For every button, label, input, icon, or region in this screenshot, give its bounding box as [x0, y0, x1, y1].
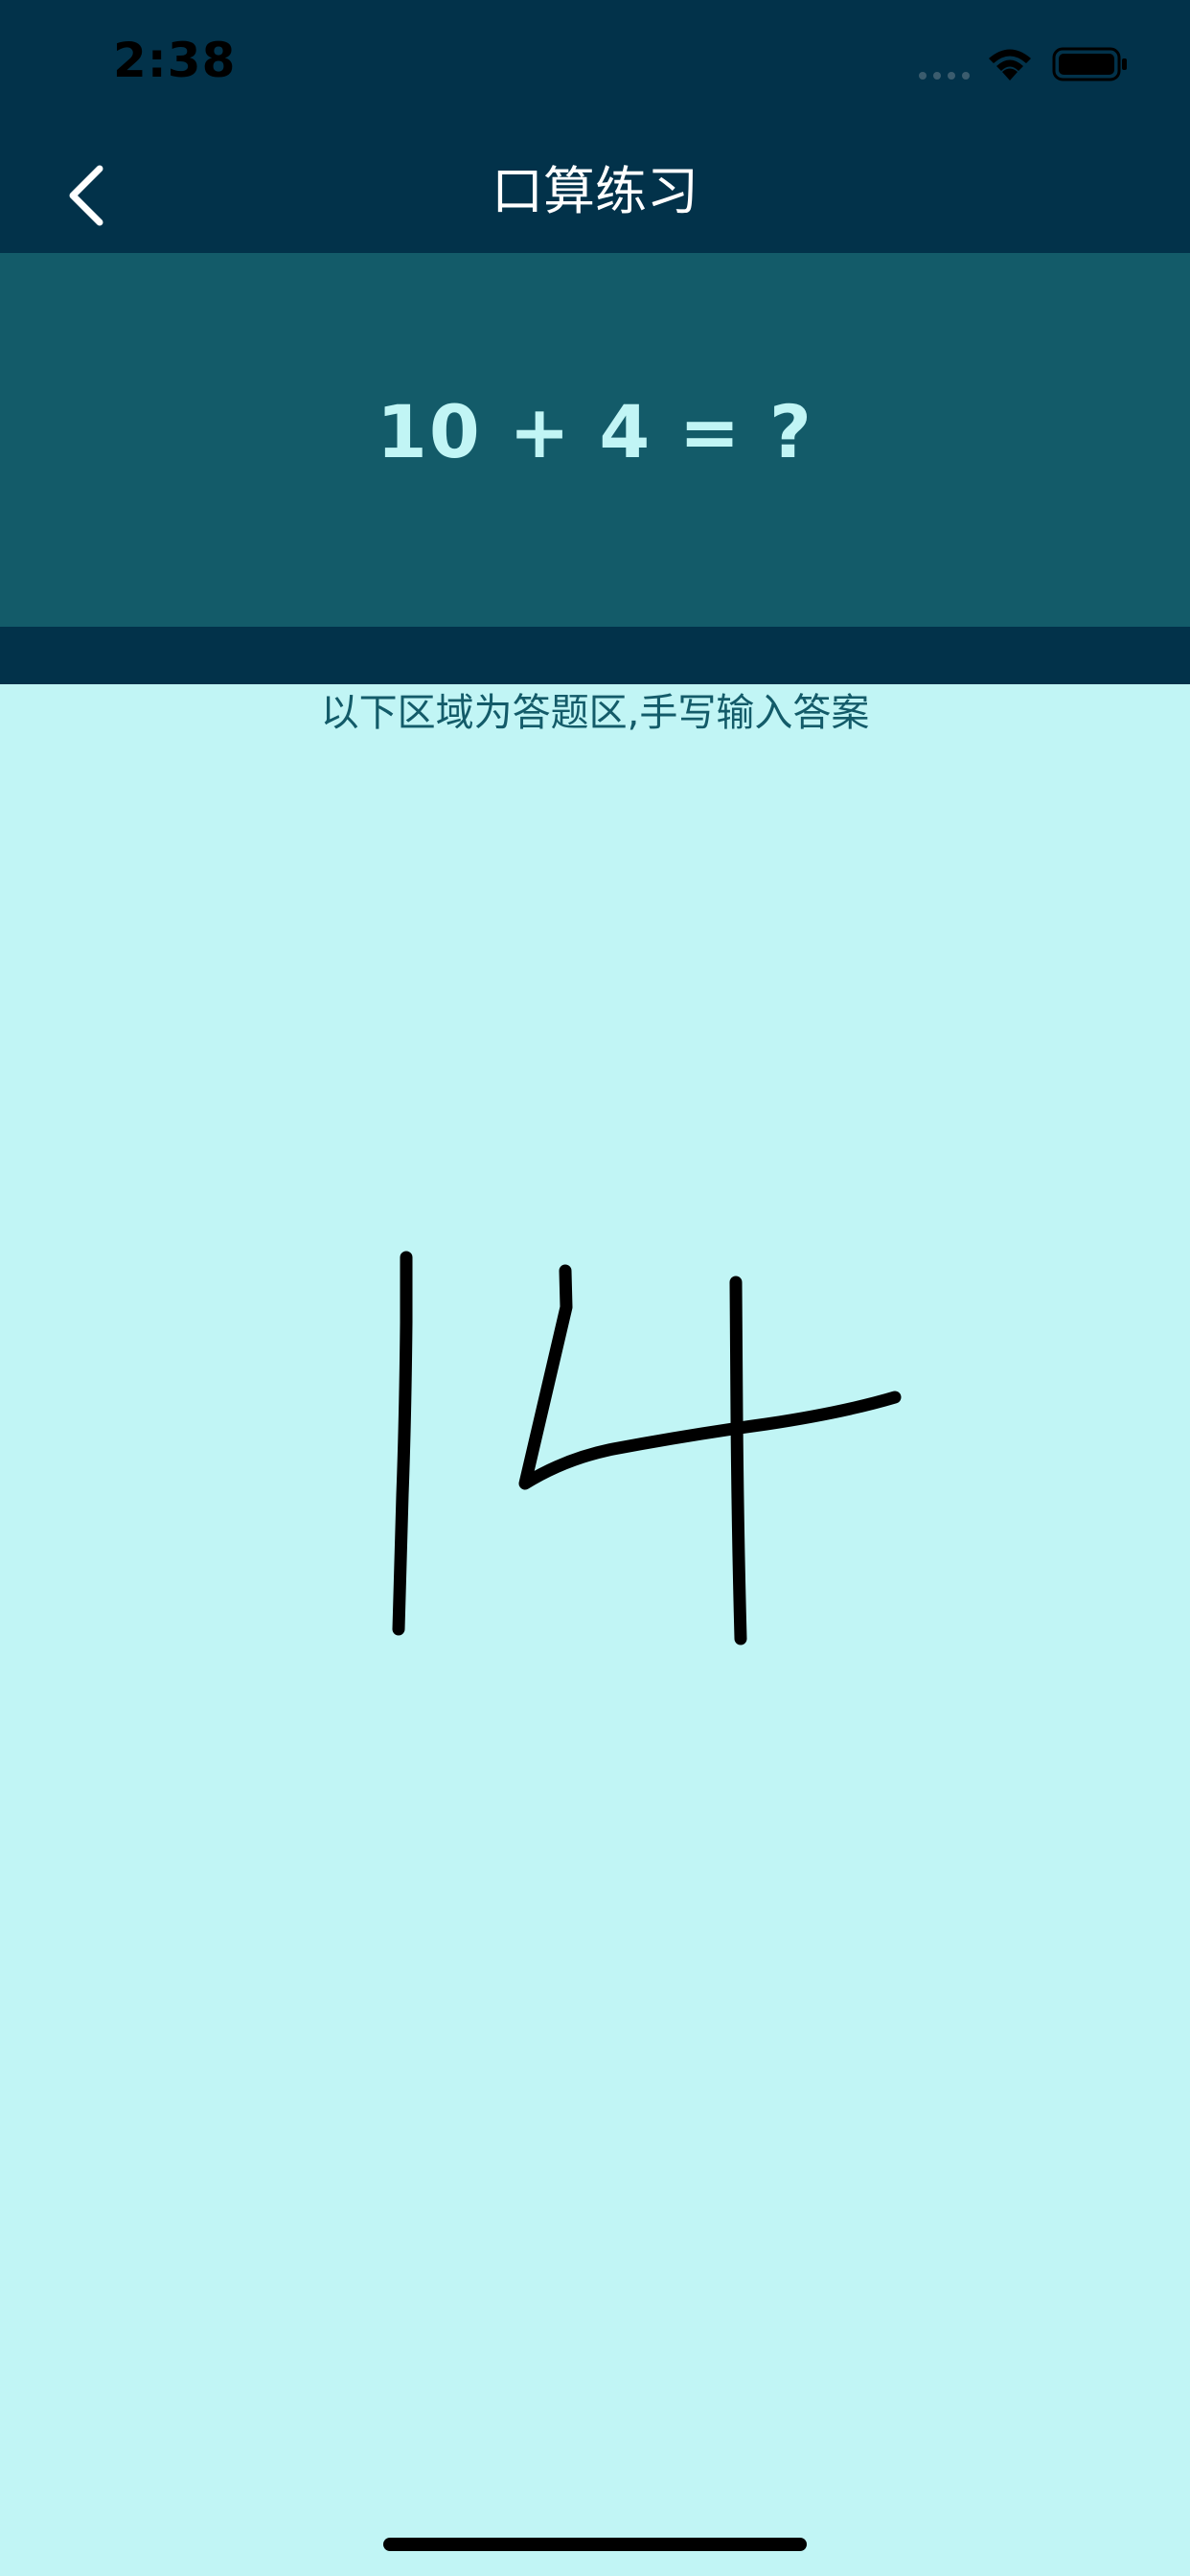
ink-stroke	[729, 1276, 747, 1645]
ink-stroke	[518, 1264, 902, 1490]
ink-stroke	[392, 1251, 413, 1636]
handwriting-canvas[interactable]	[0, 748, 1190, 2530]
cellular-signal-icon	[919, 72, 970, 80]
divider-strip	[0, 627, 1190, 684]
question-text: 10 + 4 = ?	[377, 389, 813, 474]
handwriting-strokes	[392, 1251, 902, 1645]
battery-icon	[1052, 47, 1127, 81]
status-time: 2:38	[113, 33, 237, 88]
answer-area-instruction: 以下区域为答题区,手写输入答案	[320, 691, 870, 735]
wifi-icon	[989, 49, 1031, 80]
page-title: 口算练习	[492, 161, 698, 221]
home-indicator[interactable]	[383, 2538, 807, 2551]
top-bar: 2:38 口算练习	[0, 0, 1190, 253]
question-panel: 10 + 4 = ?	[0, 253, 1190, 627]
